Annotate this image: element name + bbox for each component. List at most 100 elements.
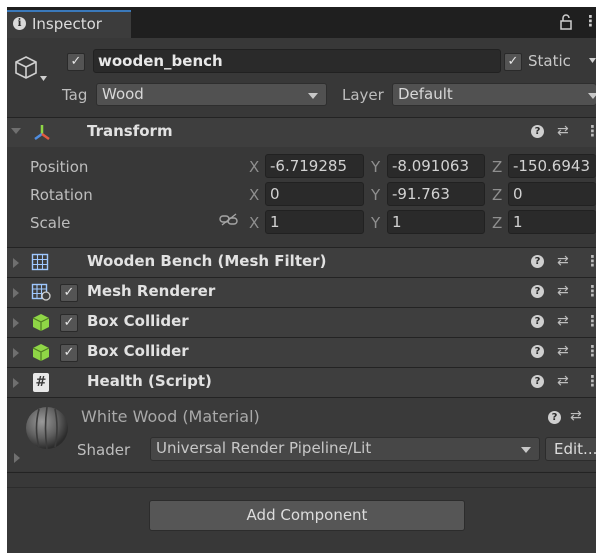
foldout-collapsed-icon[interactable]	[13, 288, 19, 298]
position-z-field[interactable]: -150.6943	[508, 154, 596, 178]
foldout-collapsed-icon[interactable]	[13, 318, 19, 328]
scale-z-field[interactable]: 1	[508, 210, 596, 234]
component-box-collider[interactable]: ✓ Box Collider ? ⇄ ⋮	[7, 308, 596, 337]
axis-z-label[interactable]: Z	[492, 158, 502, 176]
divider	[7, 472, 596, 473]
unlinked-chain-icon[interactable]	[219, 213, 239, 227]
info-icon: i	[13, 17, 26, 30]
component-menu-icon[interactable]: ⋮	[585, 342, 596, 360]
rotation-label: Rotation	[30, 186, 93, 204]
position-y-field[interactable]: -8.091063	[387, 154, 485, 178]
scale-label: Scale	[30, 214, 71, 232]
tag-dropdown[interactable]: Wood	[96, 83, 327, 106]
icon-dropdown-caret[interactable]	[40, 75, 48, 83]
transform-axes-icon	[34, 125, 50, 141]
preset-icon[interactable]: ⇄	[557, 373, 569, 389]
preset-icon[interactable]: ⇄	[557, 313, 569, 329]
component-title: Box Collider	[87, 342, 189, 360]
box-collider-icon	[32, 314, 50, 331]
scale-x-field[interactable]: 1	[265, 210, 364, 234]
component-enabled-checkbox[interactable]: ✓	[60, 344, 78, 362]
preset-icon[interactable]: ⇄	[570, 408, 582, 424]
component-enabled-checkbox[interactable]: ✓	[60, 284, 78, 302]
tag-label: Tag	[62, 86, 88, 104]
preset-icon[interactable]: ⇄	[557, 123, 569, 139]
add-component-button[interactable]: Add Component	[149, 500, 465, 531]
shader-dropdown[interactable]: Universal Render Pipeline/Lit	[150, 437, 540, 461]
position-x-field[interactable]: -6.719285	[265, 154, 364, 178]
component-box-collider[interactable]: ✓ Box Collider ? ⇄ ⋮	[7, 338, 596, 367]
chevron-down-icon	[308, 93, 318, 99]
component-title: Wooden Bench (Mesh Filter)	[87, 252, 327, 270]
kebab-menu-icon[interactable]: ⋮	[583, 12, 596, 30]
component-title: Box Collider	[87, 312, 189, 330]
component-mesh-filter[interactable]: Wooden Bench (Mesh Filter) ? ⇄ ⋮	[7, 248, 596, 277]
transform-title: Transform	[87, 122, 173, 140]
object-name-field[interactable]: wooden_bench	[93, 49, 501, 73]
transform-header[interactable]: Transform ? ⇄ ⋮	[7, 118, 596, 147]
static-dropdown-caret[interactable]	[589, 57, 596, 65]
axis-x-label[interactable]: X	[249, 186, 259, 204]
preset-icon[interactable]: ⇄	[557, 253, 569, 269]
static-checkbox[interactable]: ✓	[504, 53, 522, 71]
scale-y-field[interactable]: 1	[387, 210, 485, 234]
axis-y-label[interactable]: Y	[371, 214, 380, 232]
inspector-window: i Inspector ⋮ ✓ wooden_bench ✓ Static Ta…	[7, 7, 596, 553]
tab-inspector[interactable]: i Inspector	[7, 10, 131, 38]
mesh-grid-icon	[31, 253, 49, 271]
axis-z-label[interactable]: Z	[492, 214, 502, 232]
axis-y-label[interactable]: Y	[371, 186, 380, 204]
chevron-down-icon	[521, 447, 531, 453]
axis-z-label[interactable]: Z	[492, 186, 502, 204]
axis-y-label[interactable]: Y	[371, 158, 380, 176]
foldout-collapsed-icon[interactable]	[13, 348, 19, 358]
preset-icon[interactable]: ⇄	[557, 283, 569, 299]
foldout-collapsed-icon[interactable]	[13, 378, 19, 388]
axis-x-label[interactable]: X	[249, 158, 259, 176]
component-health-script[interactable]: # Health (Script) ? ⇄ ⋮	[7, 368, 596, 397]
rotation-y-field[interactable]: -91.763	[387, 182, 485, 206]
help-icon[interactable]: ?	[531, 285, 544, 298]
material-title: White Wood (Material)	[81, 407, 260, 426]
foldout-collapsed-icon[interactable]	[13, 258, 19, 268]
component-title: Health (Script)	[87, 372, 212, 390]
edit-shader-button[interactable]: Edit...	[545, 437, 596, 461]
tag-value: Wood	[102, 85, 144, 103]
component-menu-icon[interactable]: ⋮	[585, 312, 596, 330]
help-icon[interactable]: ?	[531, 375, 544, 388]
lock-icon[interactable]	[560, 14, 572, 30]
axis-x-label[interactable]: X	[249, 214, 259, 232]
tab-label: Inspector	[32, 15, 102, 33]
position-label: Position	[30, 158, 89, 176]
help-icon[interactable]: ?	[531, 345, 544, 358]
foldout-expanded-icon[interactable]	[11, 128, 21, 134]
material-sphere-thumbnail[interactable]	[24, 405, 70, 451]
help-icon[interactable]: ?	[531, 255, 544, 268]
cube-outline-icon	[15, 56, 37, 79]
help-icon[interactable]: ?	[531, 125, 544, 138]
foldout-collapsed-icon[interactable]	[14, 453, 20, 463]
active-checkbox[interactable]: ✓	[67, 53, 85, 71]
help-icon[interactable]: ?	[531, 315, 544, 328]
divider	[7, 487, 596, 488]
component-title: Mesh Renderer	[87, 282, 216, 300]
layer-value: Default	[398, 85, 453, 103]
component-menu-icon[interactable]: ⋮	[585, 122, 596, 140]
box-collider-icon	[32, 344, 50, 361]
tab-bar: i Inspector ⋮	[7, 7, 596, 38]
chevron-down-icon	[588, 93, 596, 99]
static-label: Static	[528, 52, 571, 70]
script-hash-icon: #	[33, 373, 49, 392]
component-enabled-checkbox[interactable]: ✓	[60, 314, 78, 332]
rotation-z-field[interactable]: 0	[508, 182, 596, 206]
layer-dropdown[interactable]: Default	[392, 83, 596, 106]
preset-icon[interactable]: ⇄	[557, 343, 569, 359]
help-icon[interactable]: ?	[548, 411, 561, 424]
component-menu-icon[interactable]: ⋮	[585, 252, 596, 270]
layer-label: Layer	[342, 86, 384, 104]
component-mesh-renderer[interactable]: ✓ Mesh Renderer ? ⇄ ⋮	[7, 278, 596, 307]
component-menu-icon[interactable]: ⋮	[585, 282, 596, 300]
rotation-x-field[interactable]: 0	[265, 182, 364, 206]
component-menu-icon[interactable]: ⋮	[585, 372, 596, 390]
shader-label: Shader	[77, 441, 131, 459]
